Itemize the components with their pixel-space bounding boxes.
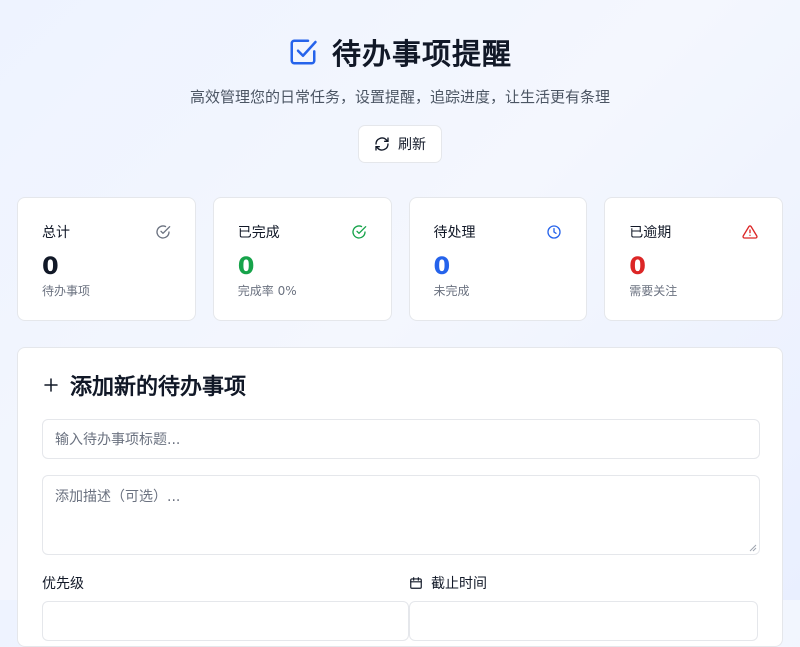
refresh-button[interactable]: 刷新 [358,125,442,163]
stat-value: 0 [433,252,451,280]
circle-check-icon [351,224,367,240]
deadline-input[interactable] [408,601,758,641]
priority-label-text: 优先级 [42,576,84,592]
refresh-icon [374,136,390,152]
stats-row: 总计 0 待办事项 已完成 0 完成率 0% 待处理 0 未完成 已逾期 0 需… [17,197,783,321]
stat-card-completed: 已完成 0 完成率 0% [212,197,392,321]
stat-sub: 未完成 [433,284,470,298]
todo-description-placeholder: 添加描述（可选）... [55,489,181,505]
checkbox-icon [288,37,318,67]
stat-label: 已完成 [237,225,280,241]
deadline-label: 截止时间 [409,573,758,593]
todo-description-textarea[interactable]: 添加描述（可选）... [42,475,760,555]
page-header: 待办事项提醒 高效管理您的日常任务，设置提醒，追踪进度，让生活更有条理 刷新 [0,0,800,163]
todo-title-input[interactable]: 输入待办事项标题... [42,419,760,459]
form-title: 添加新的待办事项 [70,375,247,400]
refresh-label: 刷新 [398,137,426,153]
stat-sub: 待办事项 [42,284,91,298]
stat-card-overdue: 已逾期 0 需要关注 [604,197,783,321]
form-title-row: 添加新的待办事项 [42,370,758,400]
deadline-field: 截止时间 [408,573,758,641]
stat-value: 0 [237,252,255,280]
circle-check-icon [155,224,171,240]
priority-select[interactable] [42,601,409,641]
stat-sub: 完成率 0% [237,284,297,298]
stat-sub: 需要关注 [629,284,678,298]
stat-label: 总计 [42,225,70,241]
priority-label: 优先级 [42,573,409,593]
priority-field: 优先级 [42,573,409,641]
deadline-label-text: 截止时间 [430,576,487,592]
stat-label: 已逾期 [629,225,672,241]
page-title: 待办事项提醒 [331,37,512,71]
warning-icon [742,224,758,240]
page-subtitle: 高效管理您的日常任务，设置提醒，追踪进度，让生活更有条理 [189,88,610,106]
add-todo-card: 添加新的待办事项 输入待办事项标题... 添加描述（可选）... 优先级 截止时… [17,347,783,647]
stat-label: 待处理 [433,225,476,241]
field-row: 优先级 截止时间 [42,573,758,641]
resize-handle-icon[interactable] [749,544,757,552]
clock-icon [546,224,562,240]
plus-icon [42,376,60,394]
stat-value: 0 [42,252,59,280]
stat-card-pending: 待处理 0 未完成 [408,197,588,321]
stat-card-total: 总计 0 待办事项 [17,197,196,321]
calendar-icon [409,576,423,590]
todo-title-placeholder: 输入待办事项标题... [55,432,181,448]
title-row: 待办事项提醒 [0,32,800,72]
stat-value: 0 [629,252,646,280]
